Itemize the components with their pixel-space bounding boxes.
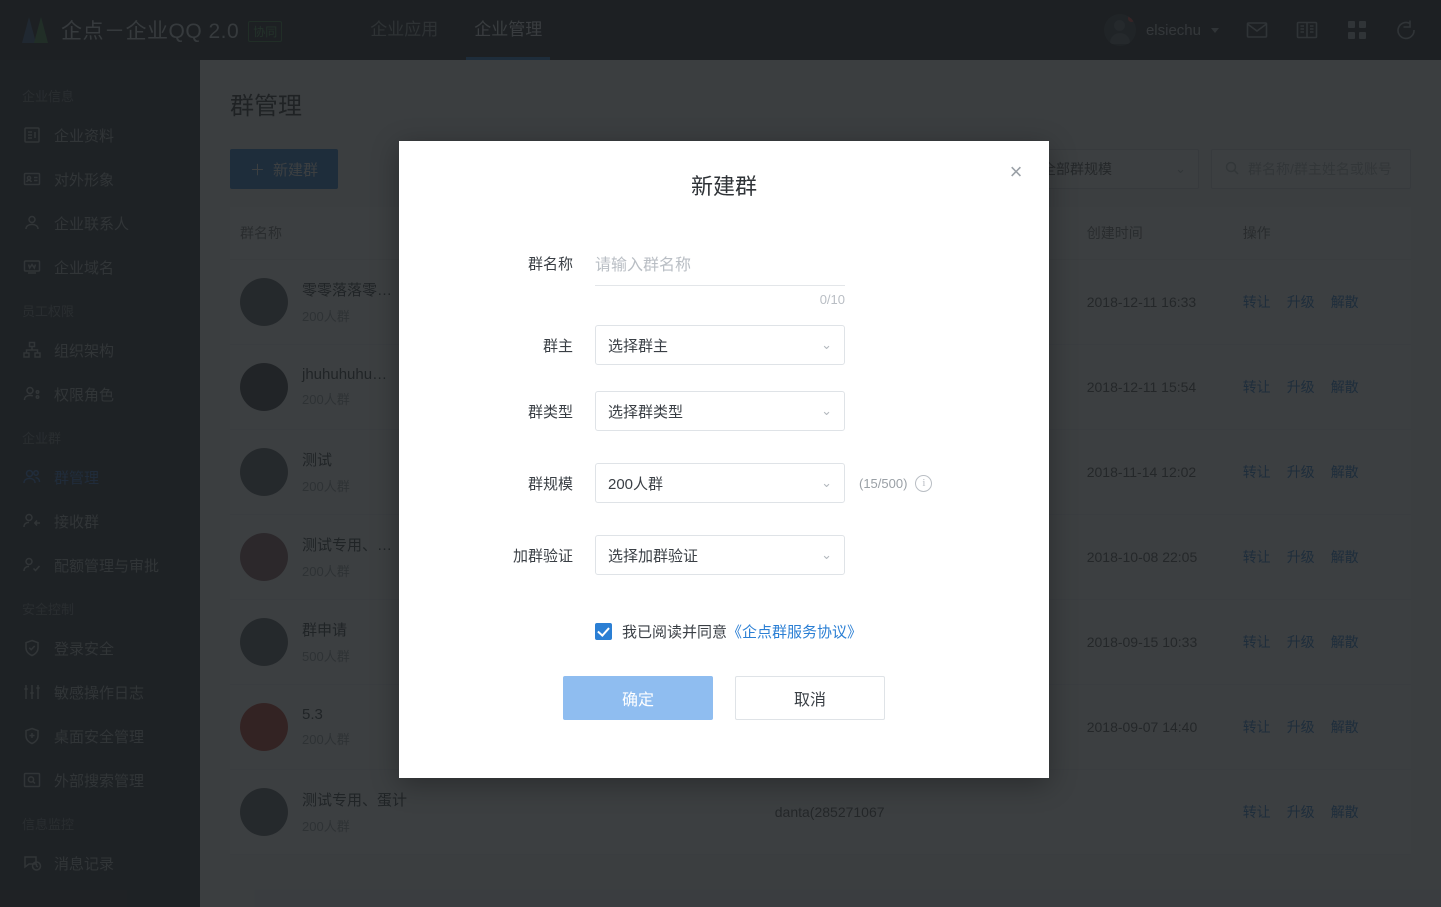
group-type-select[interactable]: 选择群类型 ⌄ [595, 391, 845, 431]
join-verification-label: 加群验证 [512, 547, 573, 565]
field-group-owner: 群主 选择群主 ⌄ [399, 325, 1049, 365]
new-group-form: 群名称 0/10 群主 选择群主 ⌄ 群类型 选择群类型 ⌄ 群规模 200人群 [399, 201, 1049, 720]
chevron-down-icon: ⌄ [821, 337, 832, 352]
agreement-text: 我已阅读并同意 [622, 624, 728, 641]
dialog-title: 新建群 [690, 174, 757, 199]
group-owner-select[interactable]: 选择群主 ⌄ [595, 325, 845, 365]
close-icon[interactable]: × [1003, 159, 1029, 185]
group-name-input-wrap: 0/10 [595, 253, 845, 307]
group-owner-value: 选择群主 [608, 337, 669, 355]
group-name-counter: 0/10 [819, 292, 845, 307]
field-group-type: 群类型 选择群类型 ⌄ [399, 391, 1049, 431]
join-verification-select[interactable]: 选择加群验证 ⌄ [595, 535, 845, 575]
group-size-value: 200人群 [608, 475, 664, 493]
group-type-label: 群类型 [527, 403, 573, 421]
group-owner-label: 群主 [542, 337, 573, 355]
group-type-value: 选择群类型 [608, 403, 684, 421]
group-size-quota: (15/500) [859, 475, 908, 491]
agreement-link[interactable]: 《企点群服务协议》 [727, 621, 862, 642]
join-verification-value: 选择加群验证 [608, 547, 699, 565]
field-group-size: 群规模 200人群 ⌄ (15/500) i [399, 463, 1049, 503]
dialog-actions: 确定 取消 [399, 676, 1049, 720]
new-group-dialog: × 新建群 群名称 0/10 群主 选择群主 ⌄ 群类型 选择群类型 ⌄ 群规模 [399, 141, 1049, 778]
info-icon[interactable]: i [915, 474, 933, 492]
confirm-button[interactable]: 确定 [563, 676, 713, 720]
agreement-checkbox[interactable] [595, 623, 612, 640]
chevron-down-icon: ⌄ [821, 475, 832, 490]
chevron-down-icon: ⌄ [821, 547, 832, 562]
group-name-input[interactable] [595, 253, 845, 286]
cancel-button[interactable]: 取消 [735, 676, 885, 720]
group-name-label: 群名称 [527, 256, 573, 273]
agreement-row: 我已阅读并同意 《企点群服务协议》 [399, 621, 1049, 642]
field-join-verification: 加群验证 选择加群验证 ⌄ [399, 535, 1049, 575]
group-size-select[interactable]: 200人群 ⌄ [595, 463, 845, 503]
chevron-down-icon: ⌄ [821, 403, 832, 418]
group-size-label: 群规模 [527, 475, 573, 493]
field-group-name: 群名称 0/10 [399, 253, 1049, 307]
